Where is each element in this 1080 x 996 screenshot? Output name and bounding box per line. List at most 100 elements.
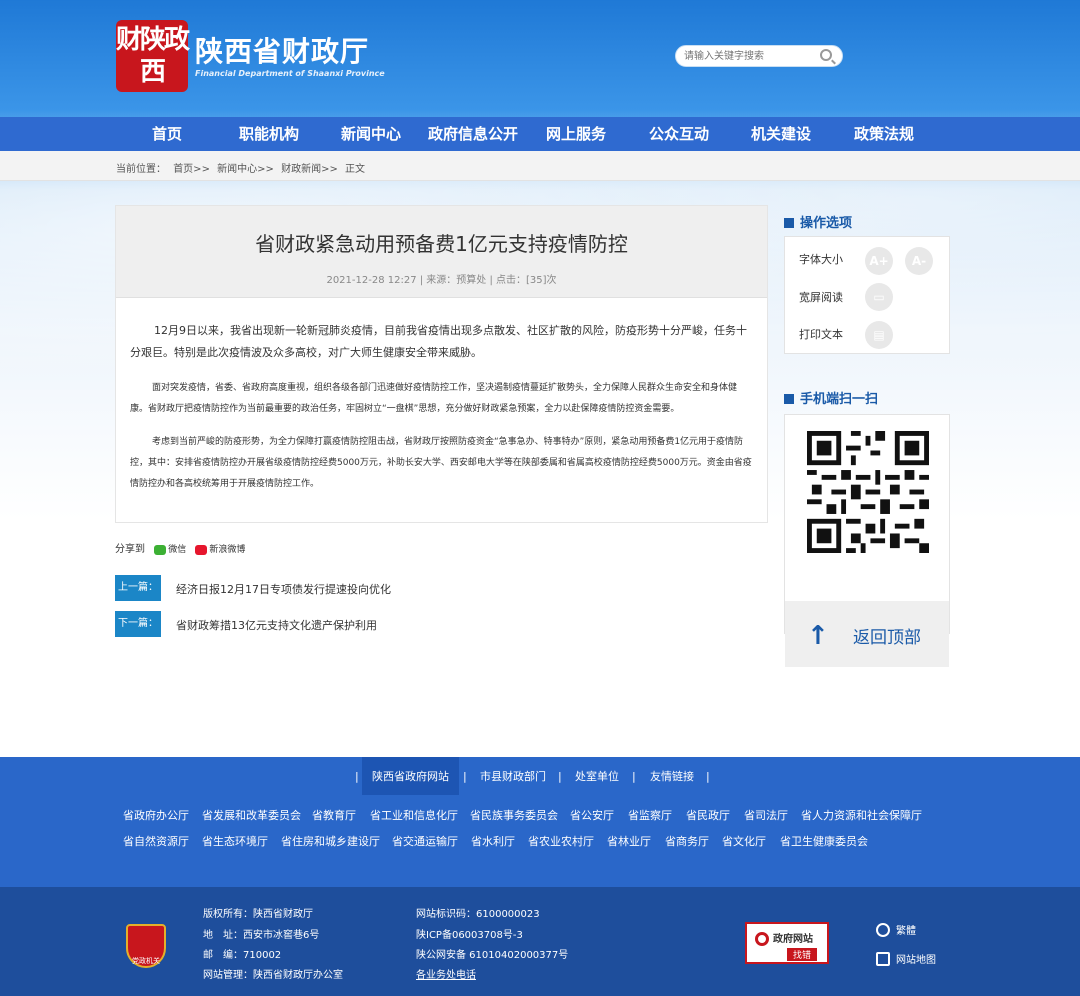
font-decrease-button[interactable]: A- <box>905 247 933 275</box>
dept-link[interactable]: 省交通运输厅 <box>392 833 458 849</box>
dept-link[interactable]: 省卫生健康委员会 <box>780 833 868 849</box>
party-gov-badge[interactable]: 党政机关 <box>126 924 166 968</box>
breadcrumb-bar: 当前位置： 首页>> 新闻中心>> 财政新闻>> 正文 <box>0 151 1080 181</box>
dept-link[interactable]: 省政府办公厅 <box>123 807 189 823</box>
breadcrumb-home[interactable]: 首页>> <box>173 164 210 175</box>
dept-link[interactable]: 省民政厅 <box>686 807 730 823</box>
site-id-text: 网站标识码：6100000023 <box>416 909 540 920</box>
icp-text[interactable]: 陕ICP备06003708号-3 <box>416 926 523 941</box>
article-paragraph: 考虑到当前严峻的防疫形势，为全力保障打赢疫情防控阻击战，省财政厅按照防疫资金“急… <box>130 437 752 489</box>
font-increase-button[interactable]: A+ <box>865 247 893 275</box>
divider: | <box>632 770 636 783</box>
search-input[interactable] <box>684 46 814 66</box>
divider: | <box>463 770 467 783</box>
mobile-title: 手机端扫一扫 <box>784 388 878 407</box>
dept-link[interactable]: 省生态环境厅 <box>202 833 268 849</box>
wechat-icon <box>154 544 167 555</box>
dept-link[interactable]: 省文化厅 <box>722 833 766 849</box>
printer-icon[interactable]: ▤ <box>865 321 893 349</box>
magnifier-icon <box>755 932 769 946</box>
footer-tab-county[interactable]: 市县财政部门 <box>480 757 546 795</box>
footer-tab-units[interactable]: 处室单位 <box>575 757 619 795</box>
dept-link[interactable]: 省发展和改革委员会 <box>202 807 301 823</box>
nav-item-home[interactable]: 首页 <box>152 117 182 151</box>
breadcrumb-prefix: 当前位置： <box>116 164 166 175</box>
dept-link[interactable]: 省工业和信息化厅 <box>370 807 458 823</box>
site-title: 陕西省财政厅 <box>195 35 370 68</box>
square-icon <box>784 218 794 228</box>
weibo-icon <box>195 544 208 555</box>
breadcrumb-finance-news[interactable]: 财政新闻>> <box>281 164 338 175</box>
article-meta: 2021-12-28 12:27 | 来源：预算处 | 点击：[35]次 <box>326 275 557 286</box>
dept-link[interactable]: 省商务厅 <box>665 833 709 849</box>
search-icon[interactable] <box>820 49 832 61</box>
main-nav: 首页 职能机构 新闻中心 政府信息公开 网上服务 公众互动 机关建设 政策法规 <box>0 117 1080 151</box>
next-article-link[interactable]: 省财政筹措13亿元支持文化遗产保护利用 <box>176 617 377 633</box>
prev-tag: 上一篇： <box>115 575 161 601</box>
footer-tab-friends[interactable]: 友情链接 <box>650 757 694 795</box>
site-admin-text: 网站管理：陕西省财政厅办公室 <box>203 970 343 981</box>
print-label[interactable]: 打印文本 <box>799 326 843 342</box>
dept-link[interactable]: 省公安厅 <box>570 807 614 823</box>
divider: | <box>558 770 562 783</box>
site-logo[interactable]: 财陕政西 <box>116 20 190 92</box>
share-label: 分享到 <box>115 544 145 555</box>
search-box <box>675 45 843 67</box>
divider: | <box>355 770 359 783</box>
dept-link[interactable]: 省住房和城乡建设厅 <box>281 833 380 849</box>
nav-item-public-interaction[interactable]: 公众互动 <box>649 117 709 151</box>
nav-item-policy[interactable]: 政策法规 <box>854 117 914 151</box>
nav-item-online-service[interactable]: 网上服务 <box>546 117 606 151</box>
map-pin-icon <box>876 952 890 966</box>
sitemap-button[interactable]: 网站地图 <box>876 951 936 966</box>
article: 省财政紧急动用预备费1亿元支持疫情防控 2021-12-28 12:27 | 来… <box>115 205 768 523</box>
article-title: 省财政紧急动用预备费1亿元支持疫情防控 <box>255 232 628 256</box>
gov-site-report-button[interactable]: 政府网站 找错 <box>745 922 829 964</box>
breadcrumb-current: 正文 <box>345 164 366 175</box>
site-subtitle: Financial Department of Shaanxi Province <box>195 69 385 78</box>
share-wechat-button[interactable]: 微信 <box>154 542 186 555</box>
share-weibo-button[interactable]: 新浪微博 <box>195 542 245 555</box>
footer-tab-provincial[interactable]: 陕西省政府网站 <box>362 757 459 795</box>
dept-link[interactable]: 省水利厅 <box>471 833 515 849</box>
nav-item-news[interactable]: 新闻中心 <box>341 117 401 151</box>
next-tag: 下一篇： <box>115 611 161 637</box>
footer-link-tabs: | 陕西省政府网站 | 市县财政部门 | 处室单位 | 友情链接 | <box>0 757 1080 797</box>
gov-site-label: 政府网站 <box>773 934 813 945</box>
article-paragraph: 12月9日以来，我省出现新一轮新冠肺炎疫情，目前我省疫情出现多点散发、社区扩散的… <box>130 324 747 359</box>
nav-item-party-building[interactable]: 机关建设 <box>751 117 811 151</box>
article-header: 省财政紧急动用预备费1亿元支持疫情防控 2021-12-28 12:27 | 来… <box>116 206 767 298</box>
article-body: 12月9日以来，我省出现新一轮新冠肺炎疫情，目前我省疫情出现多点散发、社区扩散的… <box>116 298 767 495</box>
back-to-top-button[interactable]: ↑ 返回顶部 <box>785 601 949 667</box>
dept-link[interactable]: 省教育厅 <box>312 807 356 823</box>
dept-link[interactable]: 省林业厅 <box>607 833 651 849</box>
qr-panel: ↑ 返回顶部 <box>784 414 950 667</box>
dept-link[interactable]: 省司法厅 <box>744 807 788 823</box>
traditional-chinese-button[interactable]: 繁體 <box>876 922 916 937</box>
dept-link[interactable]: 省自然资源厅 <box>123 833 189 849</box>
back-to-top-label: 返回顶部 <box>853 628 921 648</box>
qr-code <box>807 431 929 553</box>
refresh-icon <box>876 923 890 937</box>
police-record-text[interactable]: 陕公网安备 61010402000377号 <box>416 946 568 961</box>
dept-phone-link[interactable]: 各业务处电话 <box>416 966 476 981</box>
nav-item-functions[interactable]: 职能机构 <box>239 117 299 151</box>
dept-link[interactable]: 省监察厅 <box>628 807 672 823</box>
dept-link[interactable]: 省人力资源和社会保障厅 <box>801 807 922 823</box>
monitor-icon[interactable]: ▭ <box>865 283 893 311</box>
ops-panel: 字体大小 A+ A- 宽屏阅读 ▭ 打印文本 ▤ <box>784 236 950 354</box>
font-size-label: 字体大小 <box>799 253 843 266</box>
arrow-up-icon: ↑ <box>807 621 829 651</box>
article-paragraph: 面对突发疫情，省委、省政府高度重视，组织各级各部门迅速做好疫情防控工作，坚决遏制… <box>130 383 738 414</box>
copyright-text: 版权所有：陕西省财政厅 <box>203 909 313 920</box>
address-text: 地 址：西安市冰窖巷6号 <box>203 930 320 941</box>
breadcrumb-news[interactable]: 新闻中心>> <box>217 164 274 175</box>
prev-article-link[interactable]: 经济日报12月17日专项债发行提速投向优化 <box>176 581 391 597</box>
wide-read-label[interactable]: 宽屏阅读 <box>799 289 843 305</box>
divider: | <box>706 770 710 783</box>
nav-item-gov-info[interactable]: 政府信息公开 <box>428 117 518 151</box>
dept-link[interactable]: 省农业农村厅 <box>528 833 594 849</box>
dept-link[interactable]: 省民族事务委员会 <box>470 807 558 823</box>
breadcrumb: 当前位置： 首页>> 新闻中心>> 财政新闻>> 正文 <box>116 160 369 175</box>
square-icon <box>784 394 794 404</box>
